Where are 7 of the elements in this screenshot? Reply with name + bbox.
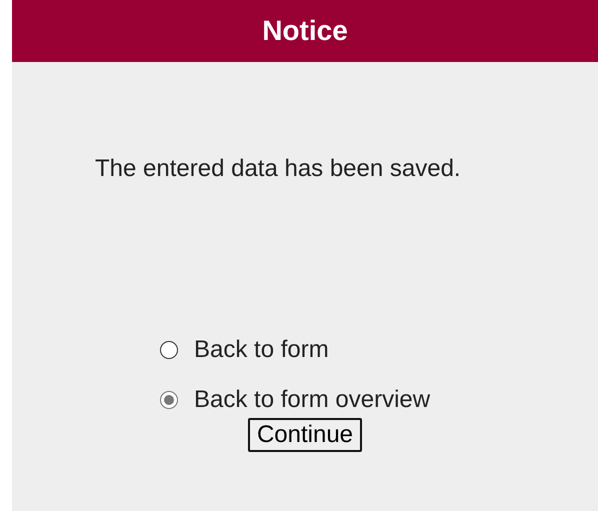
continue-button[interactable]: Continue xyxy=(248,418,362,452)
message-text: The entered data has been saved. xyxy=(95,155,462,183)
option-label[interactable]: Back to form overview xyxy=(194,386,430,414)
dialog-title: Notice xyxy=(12,0,598,62)
radio-button[interactable] xyxy=(160,391,178,409)
option-label[interactable]: Back to form xyxy=(194,336,329,364)
radio-button[interactable] xyxy=(160,341,178,359)
